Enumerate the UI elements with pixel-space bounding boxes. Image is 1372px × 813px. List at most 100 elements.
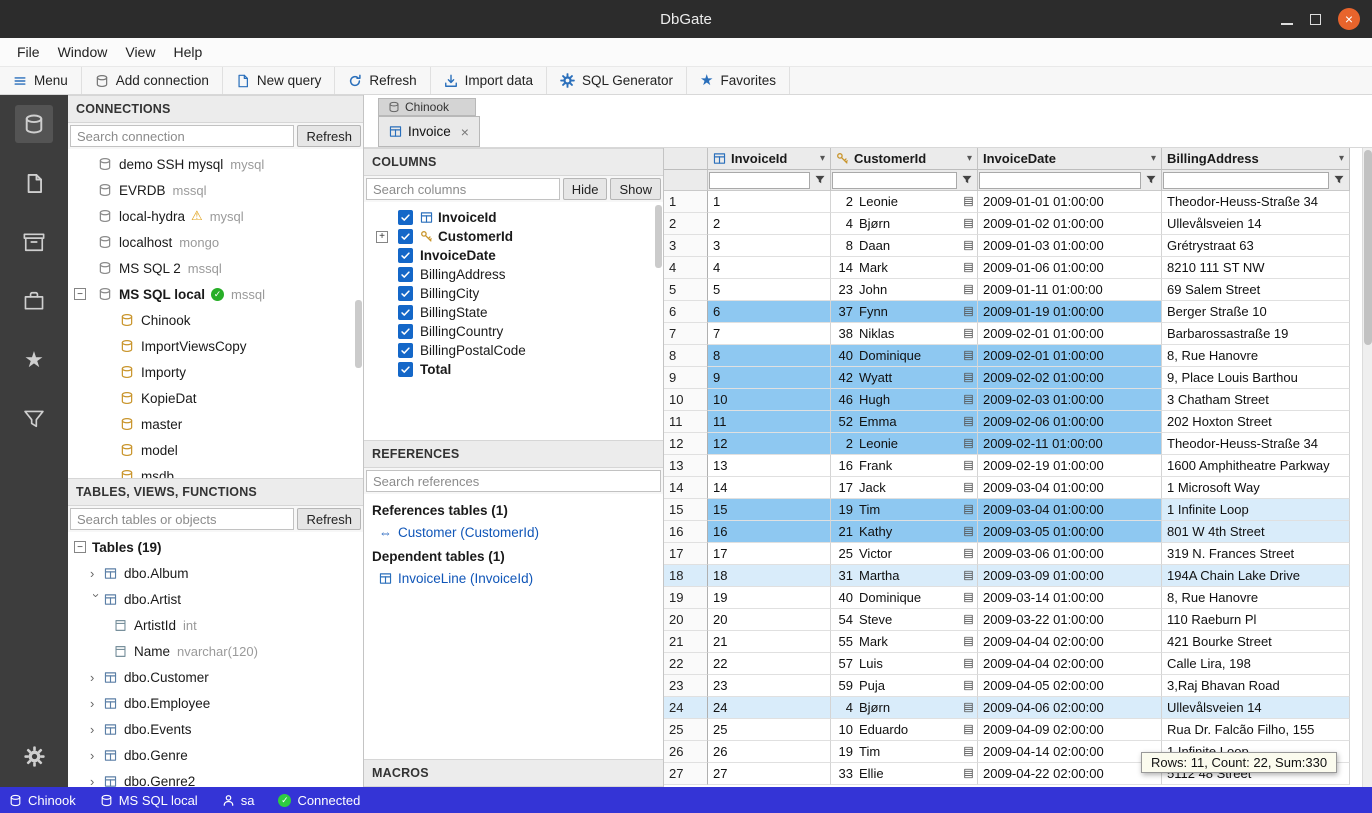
- grid-scrollbar-thumb[interactable]: [1364, 150, 1372, 345]
- cell-customerid[interactable]: 21Kathy: [831, 521, 978, 543]
- search-connection-input[interactable]: [70, 125, 294, 147]
- statusbar-ms-sql-local[interactable]: MS SQL local: [100, 793, 198, 808]
- row-number[interactable]: 9: [664, 367, 708, 389]
- table-row[interactable]: 8840Dominique2009-02-01 01:00:008, Rue H…: [664, 345, 1372, 367]
- row-number[interactable]: 4: [664, 257, 708, 279]
- table-item-dbo-genre2[interactable]: ›dbo.Genre2: [68, 768, 363, 787]
- toolbar-favorites[interactable]: ★Favorites: [687, 67, 790, 94]
- connection-item-ms-sql-2[interactable]: MS SQL 2mssql: [68, 255, 363, 281]
- checkbox-checked-icon[interactable]: [398, 324, 413, 339]
- activity-applications[interactable]: [15, 282, 53, 320]
- cell-invoicedate[interactable]: 2009-01-06 01:00:00: [978, 257, 1162, 279]
- cell-customerid[interactable]: 14Mark: [831, 257, 978, 279]
- cell-invoiceid[interactable]: 18: [708, 565, 831, 587]
- table-item-dbo-customer[interactable]: ›dbo.Customer: [68, 664, 363, 690]
- table-row[interactable]: 141417Jack2009-03-04 01:00:001 Microsoft…: [664, 477, 1372, 499]
- column-item-name[interactable]: Namenvarchar(120): [68, 638, 363, 664]
- cell-customerid[interactable]: 38Niklas: [831, 323, 978, 345]
- cell-invoicedate[interactable]: 2009-04-09 02:00:00: [978, 719, 1162, 741]
- cell-invoiceid[interactable]: 25: [708, 719, 831, 741]
- cell-billingaddress[interactable]: 9, Place Louis Barthou: [1162, 367, 1350, 389]
- cell-billingaddress[interactable]: 8, Rue Hanovre: [1162, 587, 1350, 609]
- table-row[interactable]: 5523John2009-01-11 01:00:0069 Salem Stre…: [664, 279, 1372, 301]
- table-row[interactable]: 171725Victor2009-03-06 01:00:00319 N. Fr…: [664, 543, 1372, 565]
- connections-refresh-button[interactable]: Refresh: [297, 125, 361, 147]
- cell-billingaddress[interactable]: 8, Rue Hanovre: [1162, 345, 1350, 367]
- filter-input-invoicedate[interactable]: [979, 172, 1141, 189]
- open-reference-icon[interactable]: [963, 636, 974, 647]
- table-row[interactable]: 232359Puja2009-04-05 02:00:003,Raj Bhava…: [664, 675, 1372, 697]
- cell-customerid[interactable]: 57Luis: [831, 653, 978, 675]
- open-reference-icon[interactable]: [963, 614, 974, 625]
- table-item-dbo-genre[interactable]: ›dbo.Genre: [68, 742, 363, 768]
- cell-customerid[interactable]: 17Jack: [831, 477, 978, 499]
- cell-customerid[interactable]: 52Emma: [831, 411, 978, 433]
- cell-billingaddress[interactable]: Rua Dr. Falcão Filho, 155: [1162, 719, 1350, 741]
- open-reference-icon[interactable]: [963, 570, 974, 581]
- row-number[interactable]: 5: [664, 279, 708, 301]
- database-tab-chinook[interactable]: Chinook: [378, 98, 476, 116]
- open-reference-icon[interactable]: [963, 416, 974, 427]
- menu-view[interactable]: View: [116, 44, 164, 60]
- statusbar-sa[interactable]: sa: [222, 793, 255, 808]
- cell-invoicedate[interactable]: 2009-03-22 01:00:00: [978, 609, 1162, 631]
- cell-invoicedate[interactable]: 2009-01-02 01:00:00: [978, 213, 1162, 235]
- cell-billingaddress[interactable]: 69 Salem Street: [1162, 279, 1350, 301]
- columns-scrollbar[interactable]: [655, 205, 662, 268]
- open-reference-icon[interactable]: [963, 438, 974, 449]
- checkbox-checked-icon[interactable]: [398, 267, 413, 282]
- cell-customerid[interactable]: 4Bjørn: [831, 697, 978, 719]
- cell-invoicedate[interactable]: 2009-03-04 01:00:00: [978, 499, 1162, 521]
- cell-invoiceid[interactable]: 3: [708, 235, 831, 257]
- table-row[interactable]: 131316Frank2009-02-19 01:00:001600 Amphi…: [664, 455, 1372, 477]
- cell-billingaddress[interactable]: 3,Raj Bhavan Road: [1162, 675, 1350, 697]
- column-header-invoiceid[interactable]: InvoiceId▾: [708, 148, 831, 170]
- cell-billingaddress[interactable]: 8210 111 ST NW: [1162, 257, 1350, 279]
- cell-invoicedate[interactable]: 2009-03-05 01:00:00: [978, 521, 1162, 543]
- cell-invoicedate[interactable]: 2009-01-01 01:00:00: [978, 191, 1162, 213]
- cell-billingaddress[interactable]: Barbarossastraße 19: [1162, 323, 1350, 345]
- cell-invoiceid[interactable]: 21: [708, 631, 831, 653]
- tables-refresh-button[interactable]: Refresh: [297, 508, 361, 530]
- connection-item-msdb[interactable]: msdb: [68, 463, 363, 478]
- column-header-invoicedate[interactable]: InvoiceDate▾: [978, 148, 1162, 170]
- activity-files[interactable]: [15, 164, 53, 202]
- connections-scrollbar[interactable]: [355, 300, 362, 368]
- table-item-dbo-events[interactable]: ›dbo.Events: [68, 716, 363, 742]
- cell-customerid[interactable]: 33Ellie: [831, 763, 978, 785]
- cell-invoiceid[interactable]: 19: [708, 587, 831, 609]
- cell-billingaddress[interactable]: Ullevålsveien 14: [1162, 697, 1350, 719]
- column-menu-icon[interactable]: ▾: [967, 153, 972, 164]
- menu-window[interactable]: Window: [49, 44, 117, 60]
- chevron-right-icon[interactable]: ›: [90, 696, 104, 711]
- cell-customerid[interactable]: 19Tim: [831, 499, 978, 521]
- filter-input-customerid[interactable]: [832, 172, 957, 189]
- cell-invoiceid[interactable]: 10: [708, 389, 831, 411]
- cell-customerid[interactable]: 55Mark: [831, 631, 978, 653]
- table-row[interactable]: 151519Tim2009-03-04 01:00:001 Infinite L…: [664, 499, 1372, 521]
- column-row-invoiceid[interactable]: InvoiceId: [364, 208, 663, 227]
- cell-invoicedate[interactable]: 2009-03-06 01:00:00: [978, 543, 1162, 565]
- toolbar-sql-generator[interactable]: SQL Generator: [547, 67, 687, 94]
- cell-billingaddress[interactable]: 421 Bourke Street: [1162, 631, 1350, 653]
- open-reference-icon[interactable]: [963, 746, 974, 757]
- open-reference-icon[interactable]: [963, 372, 974, 383]
- cell-invoicedate[interactable]: 2009-02-03 01:00:00: [978, 389, 1162, 411]
- cell-invoiceid[interactable]: 14: [708, 477, 831, 499]
- show-button[interactable]: Show: [610, 178, 661, 200]
- cell-invoiceid[interactable]: 4: [708, 257, 831, 279]
- connection-item-model[interactable]: model: [68, 437, 363, 463]
- cell-invoicedate[interactable]: 2009-03-09 01:00:00: [978, 565, 1162, 587]
- checkbox-checked-icon[interactable]: [398, 210, 413, 225]
- connection-item-importy[interactable]: Importy: [68, 359, 363, 385]
- cell-customerid[interactable]: 2Leonie: [831, 191, 978, 213]
- chevron-right-icon[interactable]: ›: [90, 722, 104, 737]
- row-number[interactable]: 16: [664, 521, 708, 543]
- cell-invoicedate[interactable]: 2009-04-06 02:00:00: [978, 697, 1162, 719]
- cell-invoicedate[interactable]: 2009-03-04 01:00:00: [978, 477, 1162, 499]
- filter-input-billingaddress[interactable]: [1163, 172, 1329, 189]
- row-number[interactable]: 8: [664, 345, 708, 367]
- connection-item-kopiedat[interactable]: KopieDat: [68, 385, 363, 411]
- chevron-right-icon[interactable]: ›: [90, 670, 104, 685]
- cell-billingaddress[interactable]: Ullevålsveien 14: [1162, 213, 1350, 235]
